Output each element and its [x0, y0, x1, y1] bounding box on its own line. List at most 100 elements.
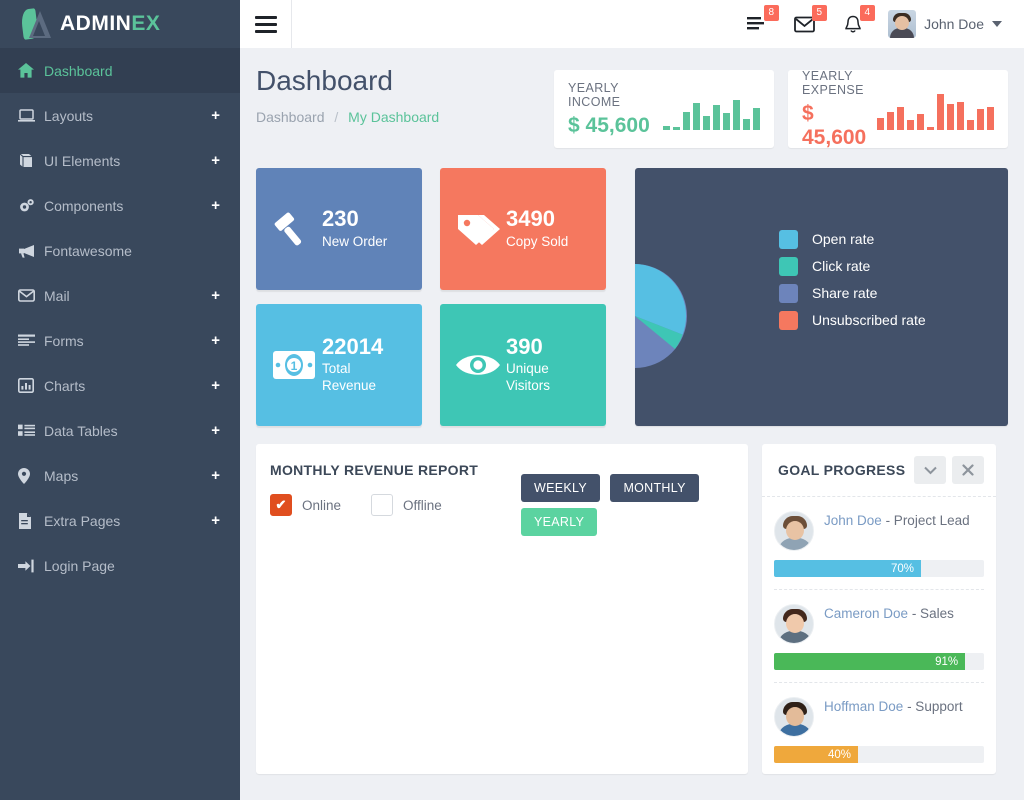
alerts-badge: 4	[859, 5, 876, 21]
stat-tile-new-order[interactable]: 230 New Order	[256, 168, 422, 290]
summary-cards: YEARLY INCOME $ 45,600 YEARLY EXPENSE $ 45,…	[554, 69, 1008, 149]
tile-label: Copy Sold	[506, 233, 569, 249]
stat-tile-total-revenue[interactable]: 1 22014 Total Revenue	[256, 304, 422, 426]
sidebar-item-extra-pages[interactable]: Extra Pages +	[0, 498, 240, 543]
progress-percent: 40%	[827, 748, 851, 761]
breadcrumb-current[interactable]: My Dashboard	[348, 109, 439, 125]
sign-in-icon	[18, 559, 44, 573]
donut-chart[interactable]	[635, 260, 691, 372]
check-icon: ✔	[270, 494, 292, 516]
sidebar-item-label: Charts	[44, 377, 86, 394]
legend-item[interactable]: Unsubscribed rate	[779, 311, 994, 330]
goal-person-role: - Sales	[911, 606, 954, 621]
sidebar-item-label: Dashboard	[44, 62, 113, 79]
goal-person-role: - Project Lead	[885, 513, 970, 528]
menu-toggle-button[interactable]	[240, 0, 292, 48]
weekly-button[interactable]: WEEKLY	[521, 474, 600, 502]
expand-icon[interactable]: +	[211, 288, 220, 303]
tags-icon	[450, 211, 506, 247]
legend-item[interactable]: Click rate	[779, 257, 994, 276]
progress-bar: 40%	[774, 746, 984, 763]
laptop-icon	[18, 109, 44, 122]
expand-icon[interactable]: +	[211, 198, 220, 213]
user-menu[interactable]: John Doe	[888, 10, 1002, 38]
caret-down-icon	[992, 21, 1002, 27]
page-content: Dashboard Dashboard / My Dashboard YEARL…	[240, 48, 1024, 774]
breadcrumb-root[interactable]: Dashboard	[256, 109, 325, 125]
brand-logo-area[interactable]: ADMINEX	[0, 0, 240, 48]
expand-icon[interactable]: +	[211, 333, 220, 348]
legend-label: Open rate	[812, 231, 875, 247]
offline-label: Offline	[403, 497, 442, 513]
sparkline-chart	[877, 88, 994, 130]
yearly-button[interactable]: YEARLY	[521, 508, 598, 536]
tile-label: Total Revenue	[322, 361, 377, 394]
progress-bar-fill: 40%	[774, 746, 858, 763]
page-header-left: Dashboard Dashboard / My Dashboard	[256, 65, 554, 125]
sidebar-item-fontawesome[interactable]: Fontawesome	[0, 228, 240, 273]
expand-icon[interactable]: +	[211, 153, 220, 168]
sidebar-item-data-tables[interactable]: Data Tables +	[0, 408, 240, 453]
stat-tile-unique-visitors[interactable]: 390 Unique Visitors	[440, 304, 606, 426]
email-stats-panel: Open rate Click rate Share rate Unsubscribe…	[635, 168, 1008, 426]
avatar	[774, 697, 814, 737]
goal-person: John Doe - Project Lead	[824, 511, 970, 531]
yearly-expense-card: YEARLY EXPENSE $ 45,600	[788, 69, 1008, 149]
online-label: Online	[302, 497, 342, 513]
sidebar-item-label: UI Elements	[44, 152, 121, 169]
close-button[interactable]	[952, 456, 984, 484]
goal-person-role: - Support	[907, 699, 963, 714]
expand-icon[interactable]: +	[211, 423, 220, 438]
monthly-revenue-panel: MONTHLY REVENUE REPORT ✔ Online Offline …	[256, 444, 748, 774]
monthly-button[interactable]: MONTHLY	[610, 474, 699, 502]
goal-person-name[interactable]: John Doe	[824, 513, 882, 528]
page-title: Dashboard	[256, 65, 393, 96]
close-icon	[962, 464, 974, 476]
sidebar-item-mail[interactable]: Mail +	[0, 273, 240, 318]
sidebar-item-charts[interactable]: Charts +	[0, 363, 240, 408]
sparkline-chart	[663, 88, 760, 130]
goal-progress-list: John Doe - Project Lead 70% Cameron Doe - …	[762, 497, 996, 774]
expand-icon[interactable]: +	[211, 108, 220, 123]
tasks-notification-button[interactable]: 8	[744, 5, 780, 37]
goal-person-name[interactable]: Cameron Doe	[824, 606, 908, 621]
eye-icon	[450, 351, 506, 379]
progress-bar-fill: 91%	[774, 653, 966, 670]
sidebar-item-maps[interactable]: Maps +	[0, 453, 240, 498]
lower-row: MONTHLY REVENUE REPORT ✔ Online Offline …	[256, 444, 1008, 774]
online-checkbox[interactable]: ✔ Online	[270, 494, 341, 516]
sidebar-item-forms[interactable]: Forms +	[0, 318, 240, 363]
expand-icon[interactable]: +	[211, 513, 220, 528]
goal-row-top: Hoffman Doe - Support	[774, 697, 984, 737]
collapse-button[interactable]	[914, 456, 946, 484]
file-text-icon	[18, 512, 44, 529]
goal-progress-row: Cameron Doe - Sales 91%	[774, 590, 984, 683]
adminex-logo-icon	[20, 8, 54, 40]
sidebar-item-dashboard[interactable]: Dashboard	[0, 48, 240, 93]
goal-person-name[interactable]: Hoffman Doe	[824, 699, 903, 714]
sidebar-item-ui-elements[interactable]: UI Elements +	[0, 138, 240, 183]
sidebar-item-layouts[interactable]: Layouts +	[0, 93, 240, 138]
progress-bar: 91%	[774, 653, 984, 670]
avatar	[774, 604, 814, 644]
avatar	[774, 511, 814, 551]
sidebar-item-login-page[interactable]: Login Page	[0, 543, 240, 588]
yearly-income-card: YEARLY INCOME $ 45,600	[554, 70, 774, 148]
tasks-badge: 8	[763, 5, 780, 21]
card-value: $ 45,600	[568, 113, 650, 137]
messages-notification-button[interactable]: 5	[792, 5, 828, 37]
expand-icon[interactable]: +	[211, 468, 220, 483]
alerts-notification-button[interactable]: 4	[840, 5, 876, 37]
stat-tile-copy-sold[interactable]: 3490 Copy Sold	[440, 168, 606, 290]
legend-swatch	[779, 230, 798, 249]
tile-text: 3490 Copy Sold	[506, 207, 568, 250]
sidebar-item-components[interactable]: Components +	[0, 183, 240, 228]
offline-checkbox[interactable]: Offline	[371, 494, 442, 516]
expand-icon[interactable]: +	[211, 378, 220, 393]
legend-item[interactable]: Share rate	[779, 284, 994, 303]
gears-icon	[18, 198, 44, 213]
revenue-chart-area[interactable]	[256, 564, 748, 774]
legend-item[interactable]: Open rate	[779, 230, 994, 249]
svg-text:1: 1	[291, 359, 298, 373]
goal-person: Hoffman Doe - Support	[824, 697, 963, 717]
